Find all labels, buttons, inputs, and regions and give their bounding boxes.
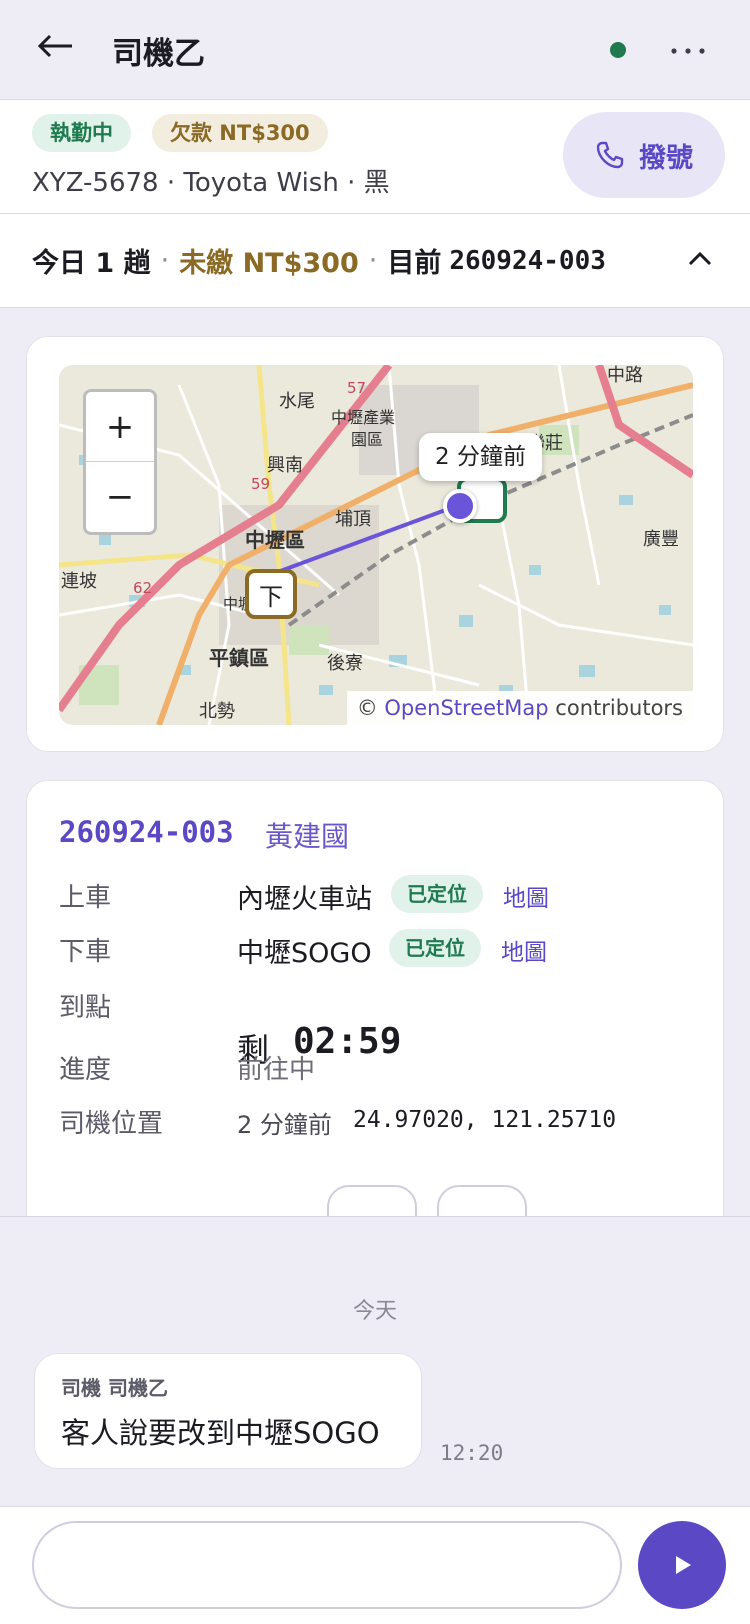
pickup-label: 上車	[59, 883, 112, 913]
driver-location-time: 2 分鐘前	[237, 1111, 332, 1139]
dropoff-map-link[interactable]: 地圖	[501, 933, 547, 967]
phone-icon	[596, 141, 624, 169]
summary-separator: ·	[368, 245, 378, 276]
map-label-park: 園區	[351, 430, 383, 449]
zoom-out-button[interactable]: −	[86, 462, 154, 532]
debt-badge: 欠款 NT$300	[152, 114, 328, 152]
map-label-zhonglu: 中路	[607, 365, 643, 386]
message-input[interactable]	[32, 1521, 622, 1609]
message-text: 客人說要改到中壢SOGO	[61, 1416, 380, 1450]
more-horizontal-icon	[671, 48, 705, 54]
chat-page: 司機乙 執勤中 欠款 NT$300 XYZ-5678 · Toyota Wish…	[0, 0, 750, 1624]
zoom-control: + −	[83, 389, 157, 535]
dropoff-location: 中壢SOGO	[237, 938, 372, 969]
map-label-pingzhen: 平鎮區	[209, 646, 269, 670]
collapse-button[interactable]	[682, 240, 722, 280]
attribution-suffix: contributors	[555, 696, 683, 720]
message-time: 12:20	[440, 1441, 504, 1465]
pickup-map-link[interactable]: 地圖	[503, 879, 549, 913]
map-label-beishi: 北勢	[199, 701, 235, 722]
arrival-label: 到點	[59, 993, 112, 1023]
call-button-label: 撥號	[639, 142, 693, 174]
progress-label: 進度	[59, 1055, 112, 1085]
map-label-route-62: 62	[133, 579, 152, 597]
map-card: 水尾 中壢產業 園區 興南 埔頂 中壢區 連坡 平鎮區 後寮 北勢 中路 聯莊 …	[26, 336, 724, 752]
driver-location-marker[interactable]	[443, 489, 477, 523]
map-label-zhongli-district: 中壢區	[245, 528, 305, 552]
driver-location-label: 司機位置	[59, 1109, 164, 1139]
map-label-xingnan: 興南	[267, 455, 303, 476]
dropoff-marker[interactable]: 下	[245, 569, 297, 619]
dropoff-located-badge: 已定位	[389, 929, 481, 967]
map-label-zhongli-industrial: 中壢產業	[331, 408, 395, 427]
passenger-name[interactable]: 黃建國	[265, 815, 349, 855]
attribution-prefix: ©	[356, 696, 378, 720]
chevron-up-icon	[688, 251, 712, 266]
driver-info-panel: 執勤中 欠款 NT$300 XYZ-5678 · Toyota Wish · 黑…	[0, 100, 750, 214]
driver-coordinates: 24.97020, 121.25710	[353, 1107, 617, 1133]
call-button[interactable]: 撥號	[563, 112, 725, 198]
zoom-in-button[interactable]: +	[86, 392, 154, 462]
trips-today: 今日 1 趟	[32, 248, 151, 279]
summary-separator: ·	[160, 245, 170, 276]
trip-code[interactable]: 260924-003	[59, 815, 234, 849]
map-label-route-59: 59	[251, 475, 270, 493]
progress-value: 前往中	[237, 1055, 316, 1085]
message-sender: 司機 司機乙	[61, 1376, 168, 1400]
current-trip-label: 目前	[387, 248, 442, 279]
pickup-location: 內壢火車站	[237, 884, 372, 915]
message-bubble[interactable]: 司機 司機乙 客人說要改到中壢SOGO	[34, 1353, 422, 1469]
map-label-route-57: 57	[347, 379, 366, 397]
play-send-icon	[676, 1556, 691, 1574]
send-button[interactable]	[638, 1521, 726, 1609]
arrow-left-icon	[37, 34, 72, 58]
unpaid-amount: 未繳 NT$300	[179, 248, 359, 279]
online-status-dot	[610, 42, 626, 58]
top-bar: 司機乙	[0, 0, 750, 100]
map-label-houliao: 後寮	[327, 653, 363, 674]
trip-summary-bar[interactable]: 今日 1 趟 · 未繳 NT$300 · 目前 260924-003	[0, 214, 750, 308]
osm-link[interactable]: OpenStreetMap	[384, 696, 548, 720]
trip-map[interactable]: 水尾 中壢產業 園區 興南 埔頂 中壢區 連坡 平鎮區 後寮 北勢 中路 聯莊 …	[59, 365, 693, 725]
more-menu-button[interactable]	[668, 30, 712, 70]
dropoff-label: 下車	[59, 937, 112, 967]
message-composer	[0, 1506, 750, 1624]
map-label-shuiwei: 水尾	[279, 391, 315, 412]
map-label-guangfeng: 廣豐	[643, 529, 679, 550]
map-attribution: © OpenStreetMap contributors	[346, 691, 693, 725]
back-button[interactable]	[36, 26, 80, 76]
date-divider: 今天	[352, 1299, 397, 1324]
map-label-puding: 埔頂	[335, 509, 371, 530]
trip-detail-card: 260924-003 黃建國 上車 內壢火車站 已定位 地圖 下車 中壢SOGO…	[26, 780, 724, 1241]
map-label-lianpo: 連坡	[61, 571, 97, 592]
driver-location-tooltip: 2 分鐘前	[419, 433, 542, 481]
current-trip-code: 260924-003	[449, 245, 606, 276]
duty-status-badge: 執勤中	[32, 114, 131, 152]
page-title: 司機乙	[112, 36, 205, 72]
chat-messages[interactable]: 今天 司機 司機乙 客人說要改到中壢SOGO 12:20	[0, 1216, 750, 1506]
pickup-located-badge: 已定位	[391, 875, 483, 913]
vehicle-info: XYZ-5678 · Toyota Wish · 黑	[32, 168, 390, 198]
